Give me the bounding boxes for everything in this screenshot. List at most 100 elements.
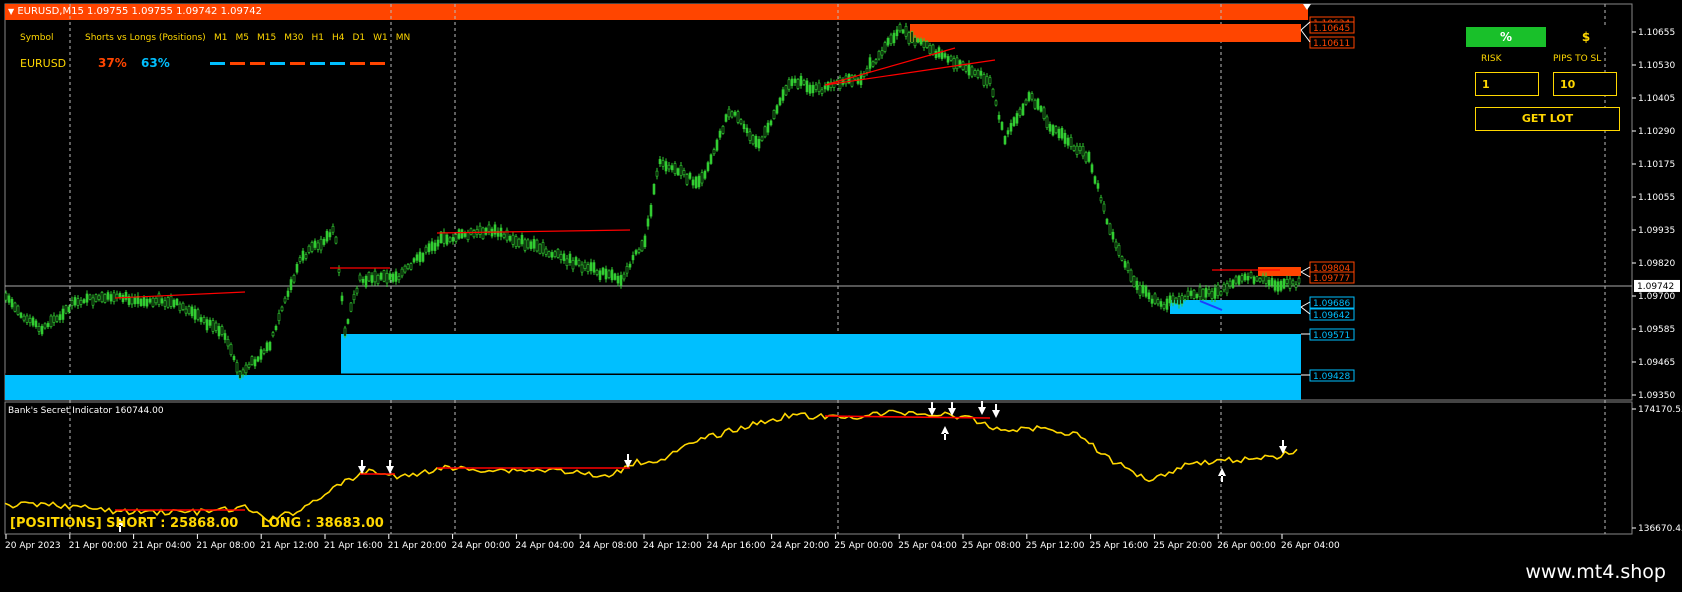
candle-body: [610, 269, 614, 281]
candle-body: [616, 275, 620, 284]
candle-body: [682, 170, 686, 176]
candle-body: [100, 292, 104, 303]
candle-body: [154, 297, 158, 304]
candle-body: [364, 275, 368, 288]
candle-body: [910, 31, 914, 43]
candle-body: [334, 236, 338, 244]
candle-body: [319, 238, 323, 251]
time-axis-label: 26 Apr 04:00: [1281, 541, 1340, 551]
candle-body: [70, 300, 74, 306]
get-lot-button[interactable]: GET LOT: [1475, 107, 1620, 131]
symbol-name: EURUSD: [20, 57, 67, 70]
candle-body: [331, 226, 335, 233]
candle-body: [1213, 287, 1217, 299]
candle-body: [604, 268, 608, 280]
candle-body: [793, 78, 797, 83]
candle-body: [574, 257, 578, 265]
candle-body: [373, 270, 377, 283]
timeframe-header-row: M1 M5 M15 M30 H1 H4 D1 W1 MN: [214, 33, 418, 43]
price-axis-label: 1.10055: [1638, 193, 1675, 203]
candle-body: [466, 231, 470, 240]
candle-body: [361, 278, 365, 283]
candle-body: [385, 273, 389, 284]
candle-body: [883, 42, 887, 52]
candle-body: [1261, 275, 1265, 282]
candle-body: [559, 254, 563, 260]
candle-body: [1036, 98, 1040, 110]
candle-body: [181, 302, 185, 310]
candle-body: [4, 292, 8, 301]
collapse-triangle-icon[interactable]: ▼: [8, 7, 14, 16]
candle-body: [889, 34, 893, 45]
timeframe-bias-bar: [330, 62, 345, 65]
candle-body: [304, 254, 308, 259]
candle-body: [79, 300, 83, 305]
candle-body: [1228, 280, 1232, 287]
candle-body: [433, 242, 437, 251]
price-axis-label: 1.09935: [1638, 226, 1675, 236]
candle-body: [691, 179, 695, 186]
demand-zone: [1170, 300, 1301, 314]
candle-body: [1177, 296, 1181, 305]
time-axis-label: 25 Apr 08:00: [962, 541, 1021, 551]
candle-body: [202, 317, 206, 323]
supply-level-label: 1.09777: [1313, 274, 1350, 284]
candle-body: [64, 305, 68, 314]
dollar-mode-button[interactable]: $: [1546, 27, 1626, 47]
candle-body: [922, 41, 926, 48]
candle-body: [1276, 281, 1280, 292]
timeframe-m1: M1: [214, 33, 228, 43]
footer-bar: www.mt4.shop: [0, 553, 1682, 592]
candle-body: [1264, 276, 1268, 284]
candle-body: [1270, 278, 1274, 286]
candle-body: [340, 295, 344, 302]
chart-canvas[interactable]: 1.10655 1.10530 1.10405 1.10290 1.10175 1.100…: [0, 0, 1682, 592]
candle-body: [1012, 117, 1016, 126]
candle-body: [598, 270, 602, 280]
candle-body: [895, 29, 899, 37]
candle-body: [442, 232, 446, 244]
candle-body: [652, 183, 656, 195]
candle-body: [1078, 145, 1082, 152]
candle-body: [1204, 287, 1208, 298]
candle-body: [868, 57, 872, 69]
candle-body: [1231, 279, 1235, 288]
candle-body: [112, 292, 116, 302]
candle-body: [997, 114, 1001, 120]
candle-body: [646, 218, 650, 227]
candle-body: [163, 300, 167, 307]
price-axis-label: 1.10655: [1638, 28, 1675, 38]
candle-body: [976, 70, 980, 78]
candle-body: [526, 239, 530, 249]
price-axis-label: 1.09820: [1638, 259, 1675, 269]
candle-body: [676, 168, 680, 176]
candle-body: [31, 317, 35, 326]
percent-mode-button[interactable]: %: [1466, 27, 1546, 47]
candle-body: [529, 241, 533, 249]
candle-body: [535, 239, 539, 252]
candle-body: [358, 274, 362, 281]
candle-body: [388, 273, 392, 280]
demand-level-label: 1.09642: [1313, 311, 1350, 321]
label-connector: [1300, 306, 1311, 315]
demand-level-label: 1.09428: [1313, 372, 1350, 382]
time-axis-label: 21 Apr 00:00: [69, 541, 128, 551]
candle-body: [1030, 93, 1034, 100]
pips-to-sl-input[interactable]: [1553, 72, 1617, 96]
candle-body: [1108, 223, 1112, 235]
candle-body: [265, 342, 269, 352]
candle-body: [223, 333, 227, 340]
candle-body: [880, 50, 884, 56]
candle-body: [1216, 284, 1220, 297]
candle-body: [430, 241, 434, 251]
demand-zone: [341, 334, 1301, 374]
candle-body: [1282, 278, 1286, 289]
candle-body: [370, 275, 374, 283]
candle-body: [916, 38, 920, 43]
candle-body: [34, 320, 38, 328]
candle-body: [802, 80, 806, 85]
chart-window[interactable]: 1.10655 1.10530 1.10405 1.10290 1.10175 1.100…: [0, 0, 1682, 592]
risk-input[interactable]: [1475, 72, 1539, 96]
watermark: www.mt4.shop: [1525, 561, 1666, 583]
candle-body: [1141, 284, 1145, 294]
